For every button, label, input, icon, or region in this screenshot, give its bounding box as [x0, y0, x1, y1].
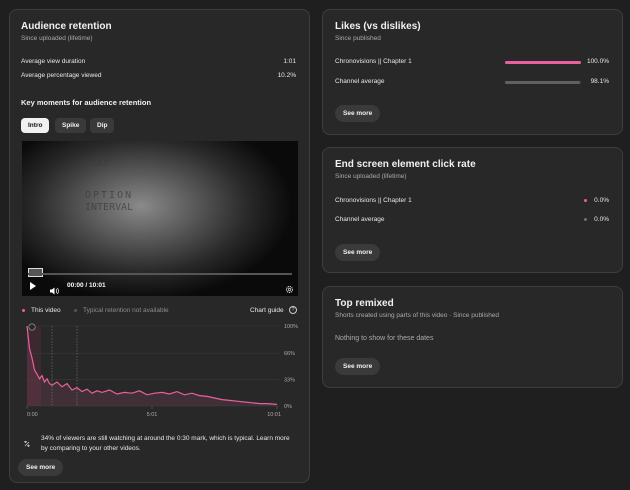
endscreen-channel-dot: [584, 218, 587, 221]
likes-card: Likes (vs dislikes) Since published Chro…: [322, 9, 623, 135]
audience-retention-card: Audience retention Since uploaded (lifet…: [9, 9, 310, 483]
likes-title: Likes (vs dislikes): [335, 21, 421, 32]
avg-view-duration-value: 1:01: [283, 58, 296, 65]
video-overlay-text-1: PLAY: [85, 158, 110, 169]
x-tick-label: 5:01: [147, 412, 158, 418]
likes-row-label: Chronovisions || Chapter 1: [335, 58, 412, 65]
legend-this-video: This video: [31, 307, 61, 314]
likes-row-value: 100.0%: [586, 58, 609, 65]
remixed-title: Top remixed: [335, 298, 394, 309]
chart-info-icon: [28, 323, 36, 331]
y-tick-label: 100%: [284, 324, 298, 330]
likes-bar-channel: [505, 81, 581, 84]
endscreen-subtitle: Since uploaded (lifetime): [335, 173, 407, 180]
top-remixed-card: Top remixed Shorts created using parts o…: [322, 286, 623, 388]
retention-see-more-button[interactable]: See more: [18, 459, 64, 476]
remixed-empty-text: Nothing to show for these dates: [335, 335, 434, 342]
likes-bar-video: [505, 61, 581, 64]
insight-text: 34% of viewers are still watching at aro…: [41, 435, 290, 452]
endscreen-channel-avg-value: 0.0%: [594, 216, 609, 223]
endscreen-channel-avg-label: Channel average: [335, 216, 385, 223]
legend-this-video-dot: [22, 309, 25, 312]
x-tick-label: 0:00: [27, 412, 38, 418]
endscreen-title: End screen element click rate: [335, 159, 476, 170]
endscreen-see-more-button[interactable]: See more: [335, 244, 381, 261]
retention-chart: 100% 66% 33% 0% 0:00 5:01 10:01: [26, 323, 298, 418]
chip-dip[interactable]: Dip: [90, 118, 115, 133]
y-tick-label: 0%: [284, 404, 292, 410]
endscreen-row-label: Chronovisions || Chapter 1: [335, 197, 412, 204]
legend-typical-dot: [74, 309, 77, 312]
volume-icon[interactable]: [50, 282, 59, 295]
chip-spike[interactable]: Spike: [55, 118, 87, 133]
likes-channel-avg-label: Channel average: [335, 78, 385, 85]
video-progress-bar[interactable]: [28, 273, 292, 275]
avg-view-duration-label: Average view duration: [21, 58, 86, 65]
x-tick-label: 10:01: [267, 412, 281, 418]
endscreen-card: End screen element click rate Since uplo…: [322, 147, 623, 273]
y-tick-label: 33%: [284, 378, 295, 384]
settings-gear-icon[interactable]: [285, 281, 294, 294]
endscreen-row-value: 0.0%: [594, 197, 609, 204]
endscreen-video-dot: [584, 199, 587, 202]
retention-title: Audience retention: [21, 21, 112, 32]
legend-typical: Typical retention not available: [83, 307, 169, 314]
video-player[interactable]: PLAY OPTION INTERVAL 00:00 / 10:01: [22, 141, 298, 296]
remixed-subtitle: Shorts created using parts of this video…: [335, 312, 500, 319]
video-overlay-text-3: INTERVAL: [85, 202, 134, 213]
avg-pct-viewed-label: Average percentage viewed: [21, 72, 102, 79]
chart-guide-link[interactable]: Chart guide: [250, 307, 284, 314]
video-overlay-text-2: OPTION: [85, 190, 134, 201]
avg-pct-viewed-value: 10.2%: [277, 72, 296, 79]
video-time: 00:00 / 10:01: [67, 282, 106, 289]
retention-subtitle: Since uploaded (lifetime): [21, 35, 93, 42]
insight-icon: [23, 435, 31, 447]
likes-subtitle: Since published: [335, 35, 381, 42]
remixed-see-more-button[interactable]: See more: [335, 358, 381, 375]
chip-intro[interactable]: Intro: [21, 118, 50, 133]
likes-see-more-button[interactable]: See more: [335, 105, 381, 122]
chart-guide-help-icon[interactable]: ?: [289, 306, 297, 314]
play-button[interactable]: [30, 282, 36, 290]
y-tick-label: 66%: [284, 351, 295, 357]
likes-channel-avg-value: 98.1%: [590, 78, 609, 85]
key-moments-title: Key moments for audience retention: [21, 98, 152, 107]
